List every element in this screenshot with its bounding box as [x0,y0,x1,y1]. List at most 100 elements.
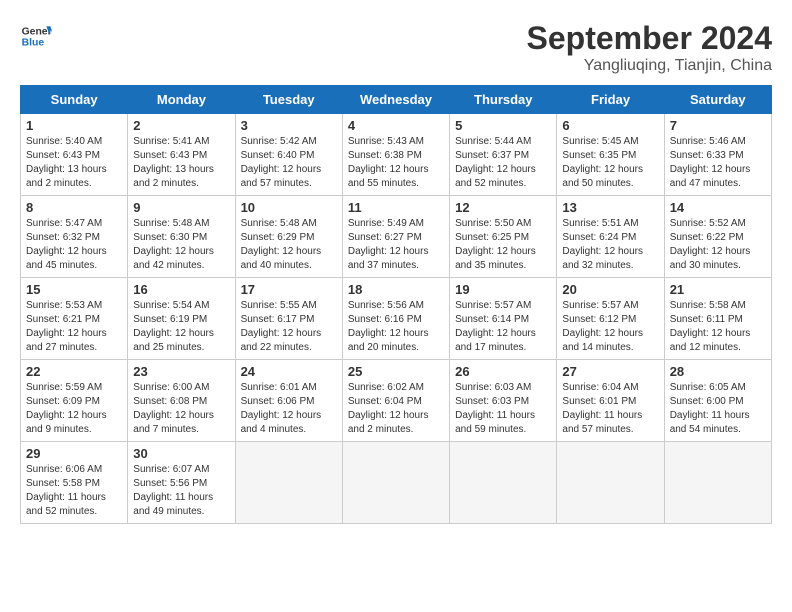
day-info: Sunrise: 5:55 AM Sunset: 6:17 PM Dayligh… [241,299,337,355]
day-number: 1 [26,118,122,133]
calendar-cell: 5 Sunrise: 5:44 AM Sunset: 6:37 PM Dayli… [450,114,557,196]
calendar-cell: 16 Sunrise: 5:54 AM Sunset: 6:19 PM Dayl… [128,278,235,360]
logo: General Blue [20,20,52,52]
day-info: Sunrise: 6:06 AM Sunset: 5:58 PM Dayligh… [26,463,122,519]
day-number: 19 [455,282,551,297]
day-info: Sunrise: 6:03 AM Sunset: 6:03 PM Dayligh… [455,381,551,437]
day-of-week-header: Friday [557,86,664,114]
day-number: 25 [348,364,444,379]
day-info: Sunrise: 5:56 AM Sunset: 6:16 PM Dayligh… [348,299,444,355]
day-number: 13 [562,200,658,215]
day-info: Sunrise: 6:07 AM Sunset: 5:56 PM Dayligh… [133,463,229,519]
day-info: Sunrise: 5:57 AM Sunset: 6:12 PM Dayligh… [562,299,658,355]
day-info: Sunrise: 5:49 AM Sunset: 6:27 PM Dayligh… [348,217,444,273]
day-number: 9 [133,200,229,215]
calendar-cell: 7 Sunrise: 5:46 AM Sunset: 6:33 PM Dayli… [664,114,771,196]
day-of-week-header: Wednesday [342,86,449,114]
day-info: Sunrise: 5:45 AM Sunset: 6:35 PM Dayligh… [562,135,658,191]
day-number: 20 [562,282,658,297]
calendar-cell: 4 Sunrise: 5:43 AM Sunset: 6:38 PM Dayli… [342,114,449,196]
page-header: General Blue September 2024 Yangliuqing,… [20,20,772,75]
calendar-cell: 18 Sunrise: 5:56 AM Sunset: 6:16 PM Dayl… [342,278,449,360]
calendar-cell: 8 Sunrise: 5:47 AM Sunset: 6:32 PM Dayli… [21,196,128,278]
day-number: 3 [241,118,337,133]
calendar-cell [235,442,342,524]
day-number: 30 [133,446,229,461]
day-info: Sunrise: 5:42 AM Sunset: 6:40 PM Dayligh… [241,135,337,191]
day-number: 14 [670,200,766,215]
calendar-cell: 29 Sunrise: 6:06 AM Sunset: 5:58 PM Dayl… [21,442,128,524]
day-info: Sunrise: 5:47 AM Sunset: 6:32 PM Dayligh… [26,217,122,273]
day-info: Sunrise: 5:48 AM Sunset: 6:29 PM Dayligh… [241,217,337,273]
month-title: September 2024 [527,20,772,57]
day-number: 21 [670,282,766,297]
day-number: 2 [133,118,229,133]
day-info: Sunrise: 5:58 AM Sunset: 6:11 PM Dayligh… [670,299,766,355]
day-number: 16 [133,282,229,297]
day-number: 24 [241,364,337,379]
logo-icon: General Blue [20,20,52,52]
day-number: 17 [241,282,337,297]
day-number: 6 [562,118,658,133]
day-info: Sunrise: 5:48 AM Sunset: 6:30 PM Dayligh… [133,217,229,273]
day-number: 8 [26,200,122,215]
calendar-cell: 12 Sunrise: 5:50 AM Sunset: 6:25 PM Dayl… [450,196,557,278]
day-info: Sunrise: 6:02 AM Sunset: 6:04 PM Dayligh… [348,381,444,437]
calendar-cell: 3 Sunrise: 5:42 AM Sunset: 6:40 PM Dayli… [235,114,342,196]
day-of-week-header: Sunday [21,86,128,114]
day-number: 23 [133,364,229,379]
day-info: Sunrise: 5:46 AM Sunset: 6:33 PM Dayligh… [670,135,766,191]
calendar-cell: 28 Sunrise: 6:05 AM Sunset: 6:00 PM Dayl… [664,360,771,442]
day-info: Sunrise: 5:50 AM Sunset: 6:25 PM Dayligh… [455,217,551,273]
day-info: Sunrise: 5:44 AM Sunset: 6:37 PM Dayligh… [455,135,551,191]
title-block: September 2024 Yangliuqing, Tianjin, Chi… [527,20,772,75]
calendar-cell: 2 Sunrise: 5:41 AM Sunset: 6:43 PM Dayli… [128,114,235,196]
calendar-cell: 21 Sunrise: 5:58 AM Sunset: 6:11 PM Dayl… [664,278,771,360]
calendar-cell: 24 Sunrise: 6:01 AM Sunset: 6:06 PM Dayl… [235,360,342,442]
day-info: Sunrise: 5:52 AM Sunset: 6:22 PM Dayligh… [670,217,766,273]
day-number: 4 [348,118,444,133]
day-info: Sunrise: 5:53 AM Sunset: 6:21 PM Dayligh… [26,299,122,355]
day-info: Sunrise: 5:41 AM Sunset: 6:43 PM Dayligh… [133,135,229,191]
svg-text:Blue: Blue [22,38,45,49]
day-number: 28 [670,364,766,379]
day-info: Sunrise: 6:00 AM Sunset: 6:08 PM Dayligh… [133,381,229,437]
day-info: Sunrise: 6:01 AM Sunset: 6:06 PM Dayligh… [241,381,337,437]
day-number: 10 [241,200,337,215]
day-info: Sunrise: 5:40 AM Sunset: 6:43 PM Dayligh… [26,135,122,191]
calendar-cell: 6 Sunrise: 5:45 AM Sunset: 6:35 PM Dayli… [557,114,664,196]
calendar-cell: 15 Sunrise: 5:53 AM Sunset: 6:21 PM Dayl… [21,278,128,360]
calendar-cell: 22 Sunrise: 5:59 AM Sunset: 6:09 PM Dayl… [21,360,128,442]
calendar-cell: 25 Sunrise: 6:02 AM Sunset: 6:04 PM Dayl… [342,360,449,442]
day-info: Sunrise: 5:43 AM Sunset: 6:38 PM Dayligh… [348,135,444,191]
calendar-table: SundayMondayTuesdayWednesdayThursdayFrid… [20,85,772,524]
calendar-cell [342,442,449,524]
calendar-cell: 14 Sunrise: 5:52 AM Sunset: 6:22 PM Dayl… [664,196,771,278]
calendar-cell: 27 Sunrise: 6:04 AM Sunset: 6:01 PM Dayl… [557,360,664,442]
day-info: Sunrise: 6:04 AM Sunset: 6:01 PM Dayligh… [562,381,658,437]
day-info: Sunrise: 5:59 AM Sunset: 6:09 PM Dayligh… [26,381,122,437]
day-of-week-header: Thursday [450,86,557,114]
day-info: Sunrise: 5:57 AM Sunset: 6:14 PM Dayligh… [455,299,551,355]
day-number: 12 [455,200,551,215]
day-number: 22 [26,364,122,379]
calendar-cell: 13 Sunrise: 5:51 AM Sunset: 6:24 PM Dayl… [557,196,664,278]
location: Yangliuqing, Tianjin, China [527,57,772,75]
day-number: 7 [670,118,766,133]
calendar-cell: 9 Sunrise: 5:48 AM Sunset: 6:30 PM Dayli… [128,196,235,278]
calendar-cell [450,442,557,524]
day-of-week-header: Saturday [664,86,771,114]
day-info: Sunrise: 5:54 AM Sunset: 6:19 PM Dayligh… [133,299,229,355]
calendar-cell [664,442,771,524]
calendar-cell: 20 Sunrise: 5:57 AM Sunset: 6:12 PM Dayl… [557,278,664,360]
day-number: 11 [348,200,444,215]
calendar-cell: 1 Sunrise: 5:40 AM Sunset: 6:43 PM Dayli… [21,114,128,196]
day-number: 15 [26,282,122,297]
calendar-cell: 23 Sunrise: 6:00 AM Sunset: 6:08 PM Dayl… [128,360,235,442]
calendar-cell: 19 Sunrise: 5:57 AM Sunset: 6:14 PM Dayl… [450,278,557,360]
day-number: 27 [562,364,658,379]
calendar-cell: 17 Sunrise: 5:55 AM Sunset: 6:17 PM Dayl… [235,278,342,360]
day-number: 29 [26,446,122,461]
day-of-week-header: Monday [128,86,235,114]
day-info: Sunrise: 5:51 AM Sunset: 6:24 PM Dayligh… [562,217,658,273]
